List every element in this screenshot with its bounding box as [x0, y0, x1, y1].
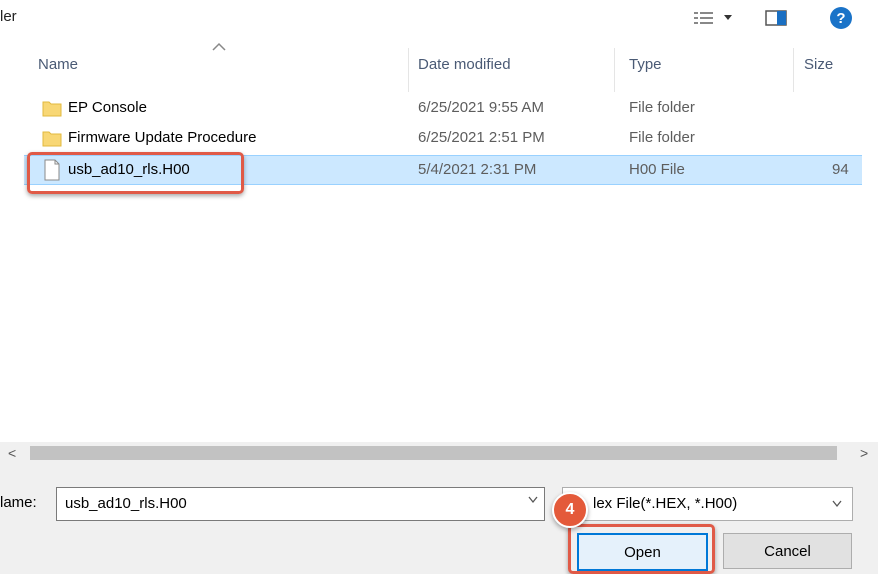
- column-divider[interactable]: [614, 48, 615, 92]
- highlight-box: [568, 524, 715, 574]
- chevron-down-icon: [832, 500, 842, 508]
- file-list: Name Date modified Type Size EP Console …: [0, 34, 862, 442]
- file-type: File folder: [629, 99, 695, 116]
- scrollbar-thumb[interactable]: [30, 446, 837, 460]
- step-badge: 4: [552, 492, 588, 528]
- filename-label: lame:: [0, 494, 37, 511]
- file-date: 6/25/2021 2:51 PM: [418, 129, 545, 146]
- file-name: EP Console: [68, 99, 147, 116]
- column-header-size[interactable]: Size: [804, 56, 833, 73]
- cancel-button[interactable]: Cancel: [723, 533, 852, 569]
- filename-value: usb_ad10_rls.H00: [65, 495, 187, 512]
- filename-input[interactable]: usb_ad10_rls.H00: [56, 487, 545, 521]
- file-type: H00 File: [629, 161, 685, 178]
- folder-icon: [42, 131, 62, 147]
- column-divider[interactable]: [408, 48, 409, 92]
- change-view-button[interactable]: [693, 8, 753, 28]
- list-item[interactable]: EP Console 6/25/2021 9:55 AM File folder: [24, 94, 862, 122]
- file-date: 6/25/2021 9:55 AM: [418, 99, 544, 116]
- file-date: 5/4/2021 2:31 PM: [418, 161, 537, 178]
- folder-icon: [42, 101, 62, 117]
- file-size: 94: [832, 161, 849, 178]
- column-header-type[interactable]: Type: [629, 56, 662, 73]
- filetype-value: lex File(*.HEX, *.H00): [593, 495, 738, 512]
- file-type: File folder: [629, 129, 695, 146]
- filetype-select[interactable]: lex File(*.HEX, *.H00): [562, 487, 853, 521]
- toolbar: ler ?: [0, 0, 878, 34]
- column-header-date[interactable]: Date modified: [418, 56, 511, 73]
- horizontal-scrollbar[interactable]: < >: [0, 442, 878, 464]
- file-name: Firmware Update Procedure: [68, 129, 257, 146]
- scroll-left-arrow[interactable]: <: [8, 445, 16, 461]
- dialog-footer: lame: usb_ad10_rls.H00 lex File(*.HEX, *…: [0, 464, 878, 574]
- column-header-name[interactable]: Name: [38, 56, 78, 73]
- details-view-icon: [694, 12, 713, 24]
- scroll-right-arrow[interactable]: >: [860, 445, 868, 461]
- help-button[interactable]: ?: [830, 7, 852, 29]
- window-title: ler: [0, 8, 17, 25]
- column-divider[interactable]: [793, 48, 794, 92]
- chevron-down-icon: [724, 15, 732, 20]
- list-item[interactable]: Firmware Update Procedure 6/25/2021 2:51…: [24, 124, 862, 152]
- sort-ascending-icon: [212, 42, 226, 51]
- chevron-down-icon[interactable]: [528, 496, 538, 504]
- preview-pane-icon[interactable]: [765, 9, 787, 27]
- highlight-box: [27, 152, 244, 194]
